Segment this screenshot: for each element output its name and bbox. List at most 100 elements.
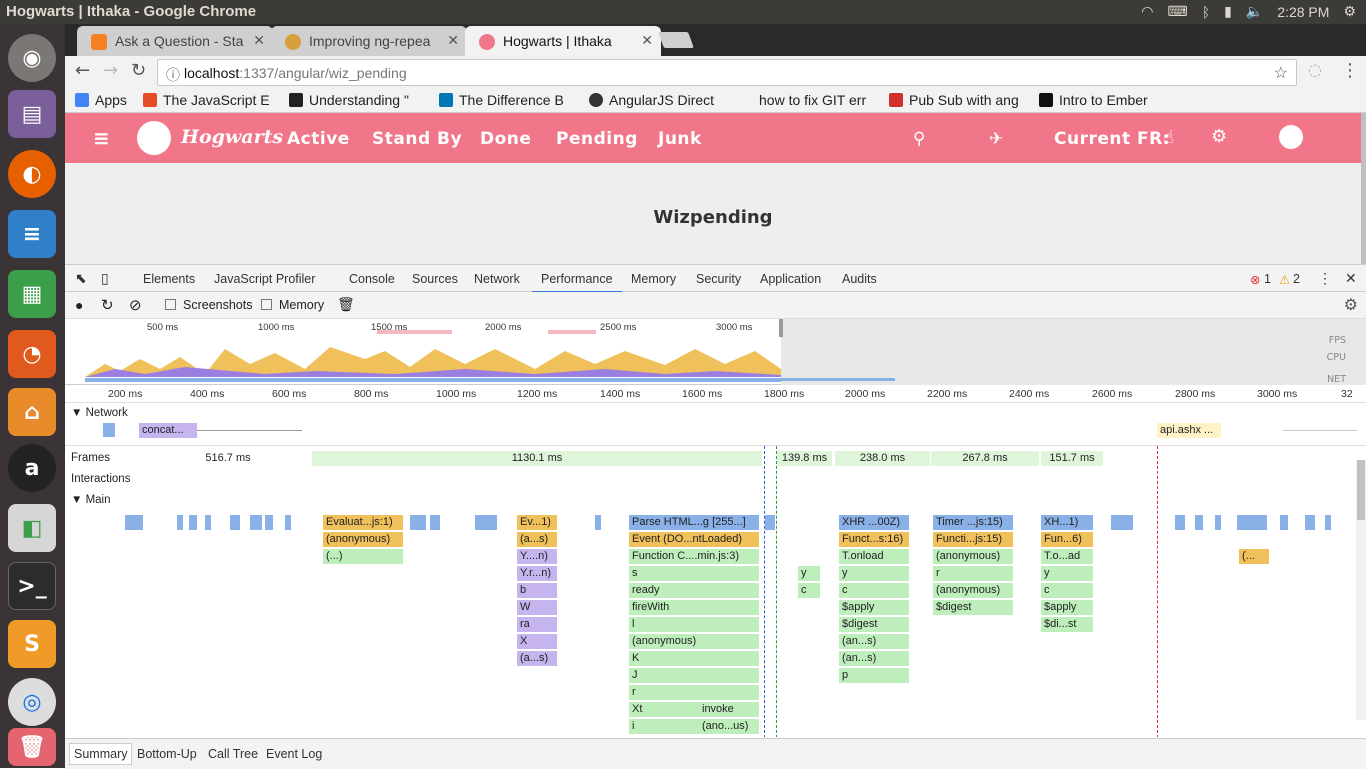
bookmark-apps[interactable]: Apps: [75, 92, 133, 108]
flame-slice[interactable]: [765, 515, 775, 530]
tab-hogwarts[interactable]: Hogwarts | Ithaka ✕: [465, 26, 661, 56]
flame-slice[interactable]: [265, 515, 273, 530]
flame-slice[interactable]: [1325, 515, 1331, 530]
flame-entry[interactable]: s: [629, 566, 759, 581]
flame-entry[interactable]: Event (DO...ntLoaded): [629, 532, 759, 547]
bluetooth-icon[interactable]: ᛒ: [1202, 4, 1210, 20]
hamburger-icon[interactable]: ≡: [93, 126, 110, 150]
bookmark-angularjs[interactable]: AngularJS Direct: [589, 92, 729, 108]
flame-entry[interactable]: $di...st: [1041, 617, 1093, 632]
network-track[interactable]: ▼ Network concat... api.ashx ...: [65, 403, 1366, 443]
calc-icon[interactable]: ▦: [8, 270, 56, 318]
ubuntu-icon[interactable]: ◉: [8, 34, 56, 82]
nav-stand-by[interactable]: Stand By: [372, 129, 462, 149]
flame-entry[interactable]: $digest: [839, 617, 909, 632]
volume-mute-icon[interactable]: 🔈: [1246, 3, 1263, 20]
warning-icon[interactable]: ⚠: [1279, 272, 1290, 287]
interactions-label[interactable]: Interactions: [71, 473, 130, 485]
flame-entry[interactable]: (an...s): [839, 634, 909, 649]
flame-entry[interactable]: (anonymous): [629, 634, 759, 649]
tab-javascript-profiler[interactable]: JavaScript Profiler: [214, 272, 315, 286]
flame-slice[interactable]: [230, 515, 240, 530]
reload-profile-icon[interactable]: ↻: [101, 296, 114, 314]
flame-slice[interactable]: [250, 515, 262, 530]
close-icon[interactable]: ✕: [447, 32, 459, 49]
flame-entry[interactable]: (...: [1239, 549, 1269, 564]
flame-entry[interactable]: invoke: [699, 702, 755, 717]
flame-entry[interactable]: c: [798, 583, 820, 598]
plane-icon[interactable]: ✈: [989, 129, 1004, 149]
flame-entry[interactable]: (anonymous): [933, 549, 1013, 564]
software-center-icon[interactable]: ⌂: [8, 388, 56, 436]
new-tab-button[interactable]: [658, 32, 694, 48]
record-icon[interactable]: ●: [75, 297, 83, 313]
flame-entry[interactable]: ra: [517, 617, 557, 632]
current-fr-label[interactable]: Current FR:: [1054, 129, 1170, 149]
flame-entry[interactable]: $apply: [839, 600, 909, 615]
network-request-bar[interactable]: [103, 423, 115, 437]
flame-chart[interactable]: Frames Interactions ▼ Main 516.7 ms 1130.…: [65, 445, 1366, 737]
warning-count[interactable]: 2: [1293, 272, 1300, 286]
sublime-icon[interactable]: S: [8, 620, 56, 668]
flame-entry[interactable]: Evaluat...js:1): [323, 515, 403, 530]
tab-event-log[interactable]: Event Log: [266, 747, 322, 761]
flame-entry[interactable]: Parse HTML...g [255...]: [629, 515, 759, 530]
flame-entry[interactable]: T.o...ad: [1041, 549, 1093, 564]
main-label[interactable]: ▼ Main: [71, 494, 111, 506]
flame-slice[interactable]: [285, 515, 291, 530]
tab-summary[interactable]: Summary: [69, 743, 133, 765]
flame-entry[interactable]: (a...s): [517, 532, 557, 547]
flame-slice[interactable]: [1305, 515, 1315, 530]
flame-entry[interactable]: $digest: [933, 600, 1013, 615]
frame-duration[interactable]: 238.0 ms: [835, 451, 930, 466]
info-icon[interactable]: ⓘ: [166, 65, 180, 85]
tab-bottom-up[interactable]: Bottom-Up: [137, 747, 197, 761]
flame-entry[interactable]: W: [517, 600, 557, 615]
flame-entry[interactable]: K: [629, 651, 759, 666]
flame-slice[interactable]: [410, 515, 426, 530]
gears-icon[interactable]: ⚙: [1211, 126, 1228, 147]
menu-icon[interactable]: ⋮: [1341, 60, 1359, 81]
hand-icon[interactable]: ☝: [1163, 127, 1174, 148]
close-icon[interactable]: ✕: [1345, 270, 1357, 287]
tab-network[interactable]: Network: [474, 272, 520, 286]
flame-entry[interactable]: XH...1): [1041, 515, 1093, 530]
error-icon[interactable]: ⊗: [1250, 272, 1260, 287]
flame-entry[interactable]: l: [629, 617, 759, 632]
extension-icon[interactable]: ◌: [1308, 60, 1322, 79]
network-request-api[interactable]: api.ashx ...: [1157, 423, 1221, 438]
bookmark-javascript[interactable]: The JavaScript E: [143, 92, 279, 108]
flame-slice[interactable]: [125, 515, 143, 530]
tab-application[interactable]: Application: [760, 272, 821, 286]
flame-slice[interactable]: [189, 515, 197, 530]
battery-icon[interactable]: ▮: [1224, 3, 1232, 20]
memory-checkbox[interactable]: [261, 299, 272, 310]
close-icon[interactable]: ✕: [253, 32, 265, 49]
flame-entry[interactable]: Timer ...js:15): [933, 515, 1013, 530]
flame-entry[interactable]: Y....n): [517, 549, 557, 564]
search-icon[interactable]: ⚲: [913, 129, 926, 149]
tab-security[interactable]: Security: [696, 272, 741, 286]
frame-duration[interactable]: 516.7 ms: [145, 451, 311, 466]
flame-slice[interactable]: [475, 515, 497, 530]
flame-entry[interactable]: Ev...1): [517, 515, 557, 530]
flame-entry[interactable]: c: [1041, 583, 1093, 598]
tab-sources[interactable]: Sources: [412, 272, 458, 286]
flame-slice[interactable]: [1215, 515, 1221, 530]
bookmark-difference[interactable]: The Difference B: [439, 92, 579, 108]
flame-entry[interactable]: Fun...6): [1041, 532, 1093, 547]
flame-entry[interactable]: $apply: [1041, 600, 1093, 615]
address-bar[interactable]: ⓘ localhost:1337/angular/wiz_pending ☆: [157, 59, 1297, 86]
impress-icon[interactable]: ◔: [8, 330, 56, 378]
flame-slice[interactable]: [177, 515, 183, 530]
trash-icon[interactable]: 🗑: [8, 728, 56, 766]
bookmark-pubsub[interactable]: Pub Sub with ang: [889, 92, 1029, 108]
frame-duration[interactable]: 267.8 ms: [931, 451, 1039, 466]
amazon-icon[interactable]: a: [8, 444, 56, 492]
flame-slice[interactable]: [1111, 515, 1125, 530]
settings-gear-icon[interactable]: ⚙: [1344, 295, 1358, 315]
tab-improving-ng-repeat[interactable]: Improving ng-repea ✕: [271, 26, 467, 56]
flame-entry[interactable]: Functi...js:15): [933, 532, 1013, 547]
firefox-icon[interactable]: ◐: [8, 150, 56, 198]
nav-active[interactable]: Active: [287, 129, 350, 149]
